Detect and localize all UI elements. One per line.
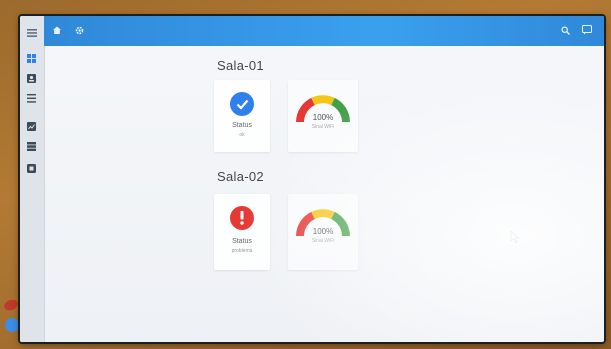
status-card[interactable]: Status problema <box>214 194 270 270</box>
status-value: ok <box>239 132 245 138</box>
home-icon[interactable] <box>52 25 62 35</box>
screen-glare <box>220 56 604 342</box>
status-label: Status <box>232 238 252 245</box>
status-value: problema <box>231 248 253 254</box>
gauge-label: Sinal WiFi <box>311 124 335 130</box>
device-icon[interactable] <box>26 164 37 173</box>
settings-icon[interactable] <box>74 25 84 35</box>
top-app-bar <box>44 16 604 46</box>
wifi-gauge-card[interactable]: 100% Sinal WiFi <box>288 194 358 270</box>
menu-icon[interactable] <box>26 28 37 37</box>
checkmark-icon <box>230 92 254 116</box>
app-screen: Sala-01 Status ok 100% Sinal WiFi Sala-0… <box>20 16 604 342</box>
search-icon[interactable] <box>560 25 570 35</box>
floating-action-button[interactable] <box>5 318 19 332</box>
bezel-sticker <box>2 297 20 313</box>
room-title: Sala-02 <box>217 169 264 184</box>
user-icon[interactable] <box>26 74 37 83</box>
alert-icon <box>230 206 254 230</box>
gauge-label: Sinal WiFi <box>311 238 335 244</box>
storage-icon[interactable] <box>26 142 37 151</box>
status-card[interactable]: Status ok <box>214 80 270 152</box>
wifi-gauge-card[interactable]: 100% Sinal WiFi <box>288 80 358 152</box>
chat-icon[interactable] <box>582 25 592 35</box>
gauge-value: 100% <box>312 227 334 236</box>
room-title: Sala-01 <box>217 58 264 73</box>
status-label: Status <box>232 122 252 129</box>
chart-icon[interactable] <box>26 122 37 131</box>
mouse-cursor-icon <box>510 230 520 244</box>
gauge-value: 100% <box>312 113 334 122</box>
dashboard-icon[interactable] <box>26 54 37 63</box>
list-icon[interactable] <box>26 94 37 103</box>
sidebar <box>20 16 45 342</box>
